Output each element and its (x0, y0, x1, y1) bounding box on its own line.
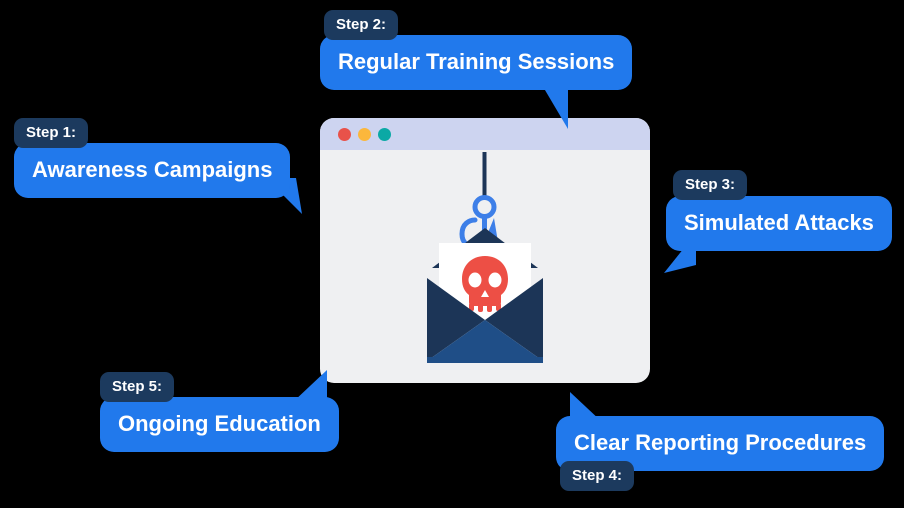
infographic-canvas: Awareness Campaigns Step 1: Regular Trai… (0, 0, 904, 508)
maximize-dot (378, 128, 391, 141)
skull-eye-right (488, 272, 502, 288)
close-dot (338, 128, 351, 141)
step-4-badge: Step 4: (560, 461, 635, 491)
step-2-badge: Step 2: (324, 10, 399, 40)
hook-eye-icon (472, 195, 497, 219)
step-1-badge: Step 1: (14, 118, 89, 148)
minimize-dot (358, 128, 371, 141)
bubble-tail-down-icon (542, 85, 568, 129)
phishing-hook-envelope-illustration (427, 152, 543, 363)
envelope-base (427, 357, 543, 363)
step-1-label: Awareness Campaigns (14, 143, 291, 198)
browser-window-illustration (320, 118, 650, 383)
step-2-label: Regular Training Sessions (320, 35, 633, 90)
browser-content-area (320, 150, 650, 383)
fishing-line (482, 152, 487, 200)
browser-titlebar (320, 118, 650, 150)
skull-eye-left (468, 272, 482, 288)
step-5-label: Ongoing Education (100, 397, 339, 452)
step-5-badge: Step 5: (100, 372, 175, 402)
step-3-badge: Step 3: (673, 170, 748, 200)
step-3-label: Simulated Attacks (666, 196, 892, 251)
